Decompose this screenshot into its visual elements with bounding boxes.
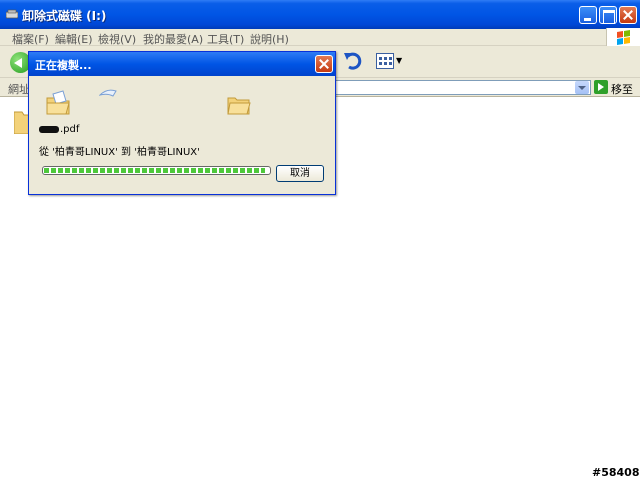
watermark-text: #58408 — [592, 466, 640, 479]
views-grid-icon — [379, 57, 392, 65]
file-name: .pdf — [39, 124, 79, 135]
undo-icon[interactable] — [342, 50, 364, 72]
dialog-titlebar[interactable]: 正在複製... — [29, 52, 335, 76]
address-dropdown-icon[interactable] — [575, 81, 589, 94]
maximize-button[interactable] — [599, 6, 617, 24]
flying-paper-icon — [99, 89, 117, 97]
menu-tools[interactable]: 工具(T) — [207, 31, 244, 47]
menu-bar: 檔案(F) 編輯(E) 檢視(V) 我的最愛(A) 工具(T) 說明(H) — [0, 29, 640, 46]
windows-flag-icon — [617, 30, 630, 45]
dialog-title: 正在複製... — [35, 59, 92, 72]
copy-path-text: 從 '柏青哥LINUX' 到 '柏青哥LINUX' — [39, 147, 200, 158]
minimize-button[interactable] — [579, 6, 597, 24]
go-button[interactable]: 移至 — [611, 81, 633, 97]
destination-folder-icon — [227, 97, 251, 115]
menu-favorites[interactable]: 我的最愛(A) — [143, 31, 203, 47]
address-input[interactable] — [335, 80, 591, 95]
window-titlebar[interactable]: 卸除式磁碟 (I:) — [0, 0, 640, 29]
menu-help[interactable]: 說明(H) — [250, 31, 289, 47]
cancel-button[interactable]: 取消 — [276, 165, 324, 182]
file-extension: .pdf — [60, 124, 80, 135]
views-icon[interactable] — [376, 53, 394, 69]
windows-logo — [606, 28, 640, 47]
progress-bar — [42, 166, 271, 175]
menu-file[interactable]: 檔案(F) — [12, 31, 49, 47]
window-title: 卸除式磁碟 (I:) — [22, 9, 107, 23]
menu-view[interactable]: 檢視(V) — [98, 31, 136, 47]
close-button[interactable] — [619, 6, 637, 24]
progress-fill — [44, 168, 265, 173]
drive-icon — [6, 9, 18, 19]
menu-edit[interactable]: 編輯(E) — [55, 31, 93, 47]
copy-dialog: 正在複製... .pdf 從 '柏青哥LINUX' 到 '柏青哥LINUX' 取… — [28, 51, 336, 195]
views-dropdown-icon[interactable]: ▼ — [396, 56, 402, 65]
go-icon[interactable] — [594, 80, 608, 94]
redacted-mark — [39, 125, 59, 133]
source-folder-icon — [46, 90, 70, 115]
dialog-close-button[interactable] — [315, 55, 333, 73]
address-label: 網址 — [8, 83, 30, 96]
